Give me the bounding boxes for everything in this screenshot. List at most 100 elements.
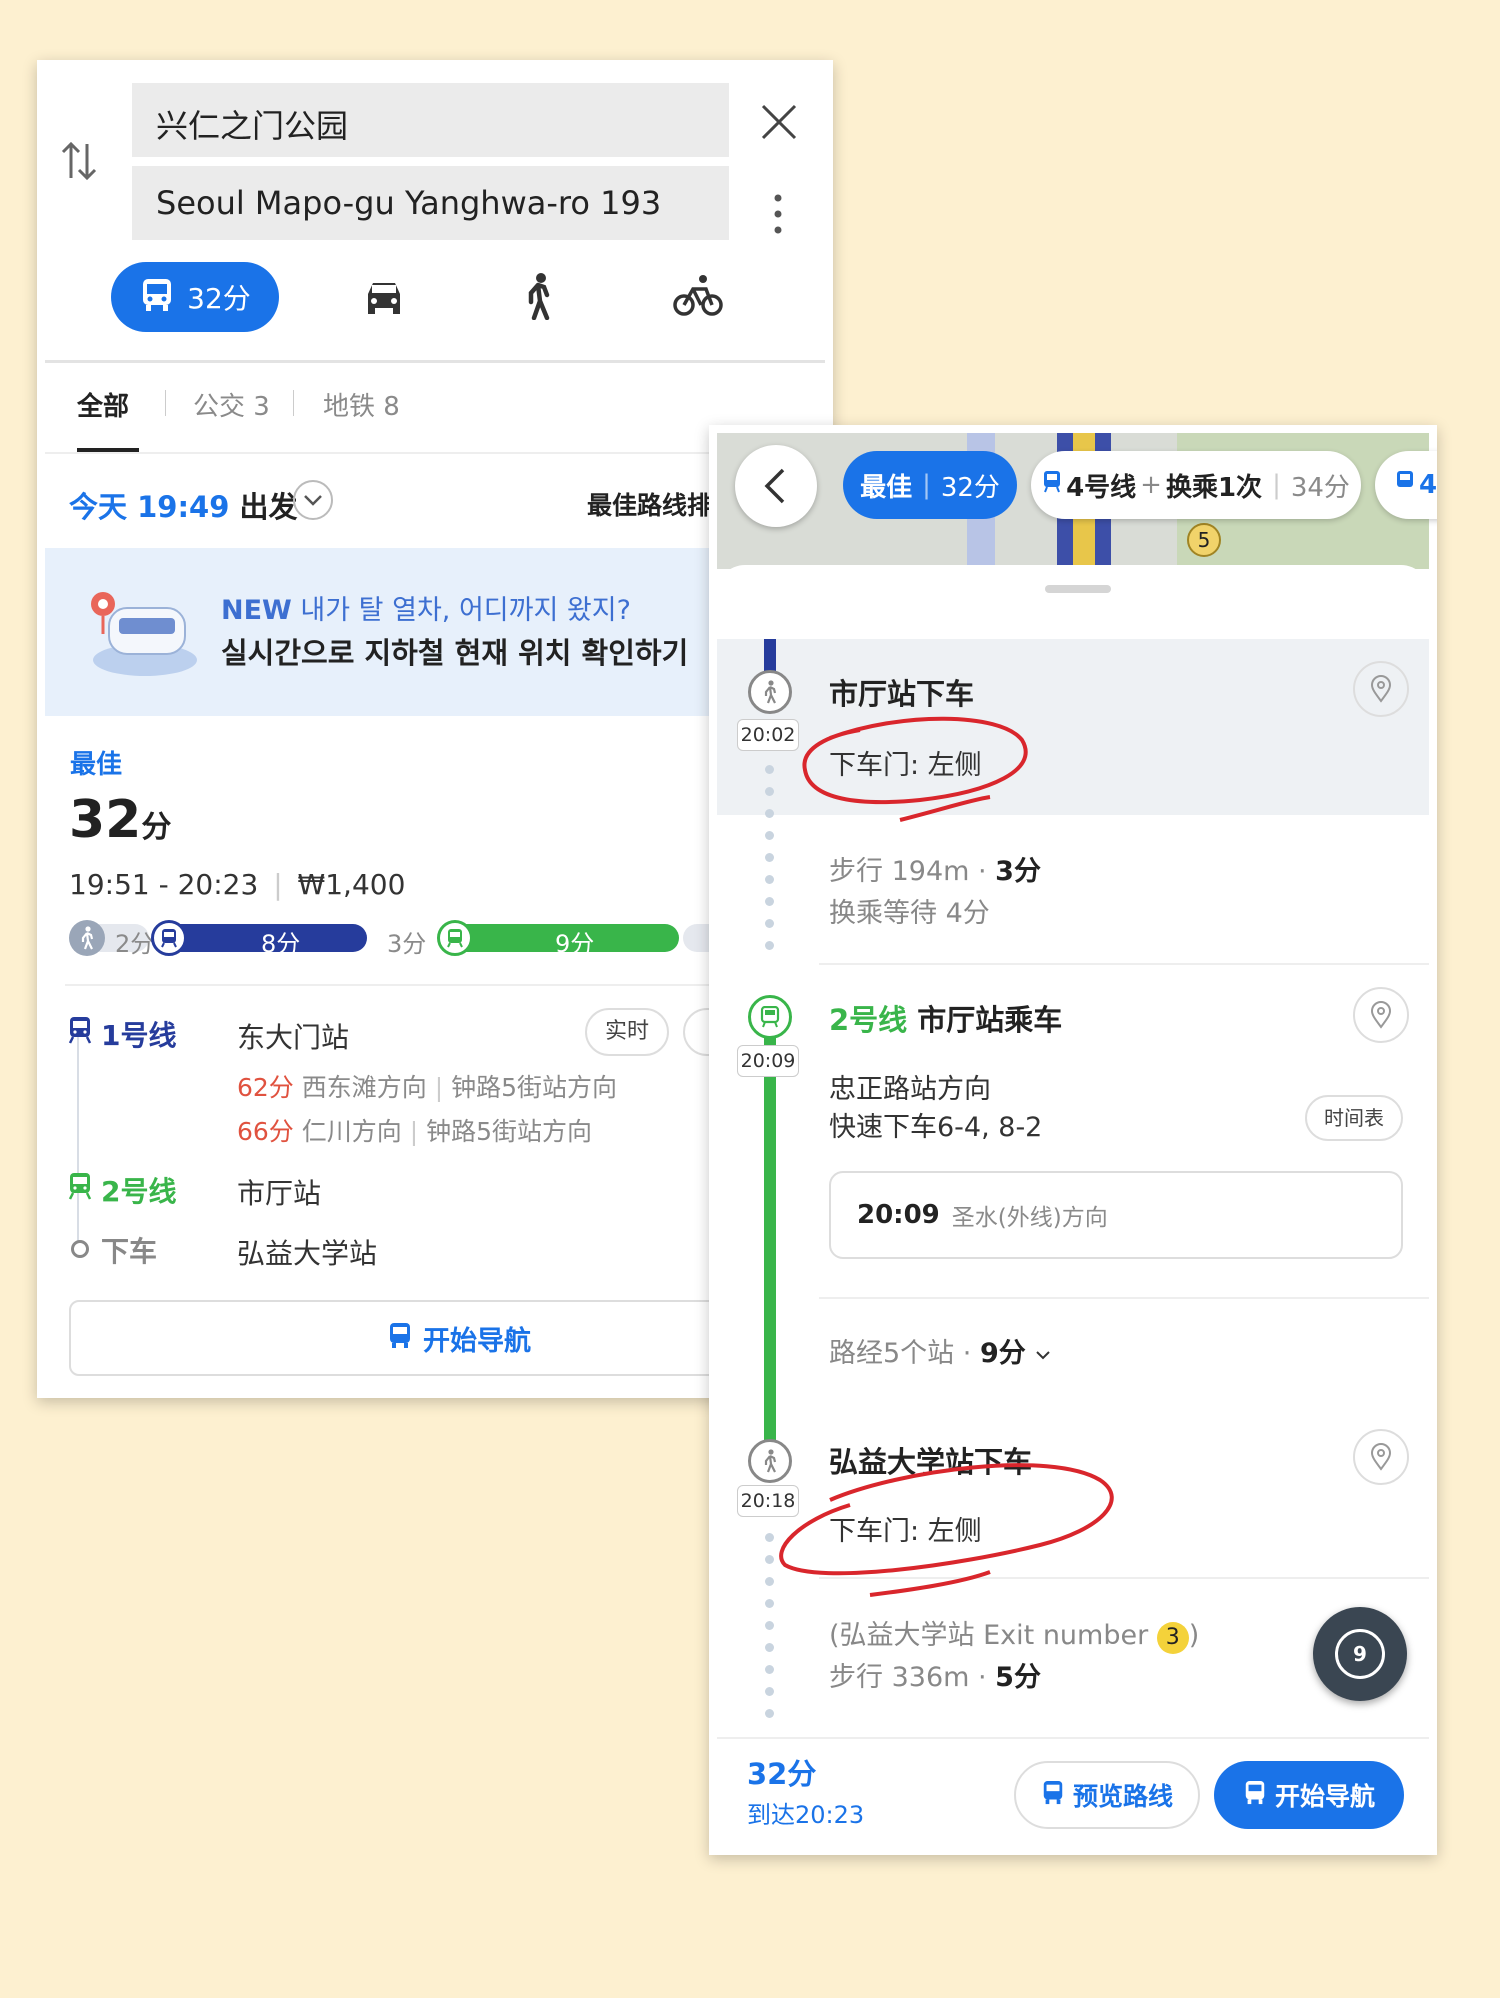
recenter-button[interactable]: 9	[1313, 1607, 1407, 1701]
more-options-icon[interactable]	[773, 192, 783, 236]
depart-row[interactable]: 今天 19:49 出发	[69, 484, 298, 526]
new-badge: NEW	[221, 595, 292, 626]
walk-dot	[765, 897, 774, 906]
sort-label[interactable]: 最佳路线排	[587, 486, 712, 522]
walk-dot	[765, 1709, 774, 1718]
line1-label: 1号线	[101, 1019, 177, 1052]
line1-station: 东大门站	[237, 1021, 350, 1054]
preview-route-button[interactable]: 预览路线	[1014, 1761, 1200, 1829]
start-navigation-button[interactable]: 开始导航	[1214, 1761, 1404, 1829]
footer-arrive: 到达20:23	[747, 1801, 865, 1829]
bus-icon	[387, 1322, 413, 1354]
dep1-dir2: 钟路5街站方向	[451, 1073, 618, 1102]
location-pin-icon[interactable]	[1353, 1429, 1409, 1485]
alt-line: 4号线	[1066, 472, 1137, 503]
sheet-handle[interactable]	[1045, 585, 1111, 593]
banner-line1: NEW 내가 탈 열차, 어디까지 왔지?	[221, 588, 631, 627]
exit-prefix: (弘益大学站 Exit number	[829, 1620, 1149, 1651]
walk-dot	[765, 1555, 774, 1564]
tab-separator	[165, 390, 166, 416]
best-tag: 最佳	[70, 750, 123, 780]
walk-dot	[765, 1687, 774, 1696]
alt-plus: +	[1140, 470, 1162, 500]
bus-icon	[139, 277, 175, 317]
next-train-time: 20:09	[857, 1200, 940, 1230]
route-line	[77, 1032, 79, 1252]
back-button[interactable]	[735, 445, 817, 527]
divider	[45, 452, 825, 454]
step1-time: 20:02	[737, 719, 799, 751]
location-pin-icon[interactable]	[1353, 661, 1409, 717]
walk-icon	[748, 1439, 792, 1483]
transit-time: 32分	[187, 282, 251, 315]
map-badge: 5	[1187, 523, 1221, 557]
walk2-min: 3分	[387, 930, 427, 958]
fare: ₩1,400	[297, 868, 406, 901]
walk-dot	[765, 1599, 774, 1608]
via-text: 路经5个站	[829, 1338, 955, 1369]
walk-dot	[765, 831, 774, 840]
car-mode-icon[interactable]	[362, 276, 406, 320]
line1-icon	[67, 1016, 93, 1048]
time-range: 19:51 - 20:23	[69, 868, 259, 901]
alt-time: 34分	[1290, 472, 1350, 503]
tab-alt-route[interactable]: 4号线 + 换乘1次 | 34分	[1031, 451, 1361, 519]
divider	[819, 963, 1429, 965]
line2-label: 2号线	[101, 1175, 177, 1208]
walk-dot	[765, 1643, 774, 1652]
step2-exit: 快速下车6-4, 8-2	[829, 1112, 1043, 1143]
next-train-card[interactable]: 20:09 圣水(外线)方向	[829, 1171, 1403, 1259]
alight-icon	[71, 1240, 89, 1258]
preview-label: 预览路线	[1072, 1782, 1173, 1811]
subway-icon	[437, 920, 473, 956]
third-route-label: 4	[1419, 470, 1437, 500]
realtime-button[interactable]: 实时	[585, 1008, 669, 1056]
walk-mode-icon[interactable]	[525, 272, 555, 324]
duration-unit: 分	[141, 810, 172, 845]
alight-station: 弘益大学站	[237, 1237, 378, 1270]
line1-min: 8分	[261, 930, 301, 958]
start-nav-label: 开始导航	[423, 1325, 531, 1357]
transit-mode-button[interactable]: 32分	[111, 262, 279, 332]
departure-2: 66分 仁川方向 | 钟路5街站方向	[237, 1117, 593, 1146]
exit-number-badge: 3	[1156, 1622, 1189, 1654]
walk-icon	[748, 670, 792, 714]
tab-best[interactable]: 最佳 | 32分	[843, 451, 1017, 519]
tab-bus[interactable]: 公交 3	[193, 386, 270, 423]
walk2-min: 5分	[995, 1662, 1041, 1693]
step2-line: 2号线	[829, 1003, 908, 1037]
chevron-down-icon[interactable]	[293, 480, 333, 520]
timetable-button[interactable]: 时间表	[1305, 1095, 1403, 1141]
departure-1: 62分 西东滩方向 | 钟路5街站方向	[237, 1073, 618, 1102]
dep2-dir2: 钟路5街站方向	[426, 1117, 593, 1146]
divider	[819, 1297, 1429, 1299]
walk-dot	[765, 1621, 774, 1630]
origin-field[interactable]: 兴仁之门公园	[132, 83, 729, 157]
duration-number: 32	[69, 790, 142, 850]
tab-best-time: 32分	[940, 472, 1000, 503]
step2-title-row: 2号线 市厅站乘车	[829, 997, 1062, 1039]
footer-total: 32分	[747, 1757, 817, 1791]
step1-door: 下车门: 左侧	[829, 750, 982, 781]
exit-suffix: )	[1188, 1620, 1200, 1651]
bike-mode-icon[interactable]	[673, 272, 723, 322]
via-min: 9分	[979, 1338, 1026, 1369]
dep2-min: 66分	[237, 1117, 294, 1146]
next-train-direction: 圣水(外线)方向	[951, 1205, 1108, 1231]
step3-title: 弘益大学站下车	[829, 1445, 1033, 1479]
close-icon[interactable]	[759, 102, 799, 142]
tab-all[interactable]: 全部	[77, 386, 129, 423]
destination-field[interactable]: Seoul Mapo-gu Yanghwa-ro 193	[132, 166, 729, 240]
start-label: 开始导航	[1274, 1782, 1375, 1811]
swap-icon[interactable]	[59, 138, 99, 184]
tab-subway[interactable]: 地铁 8	[323, 386, 400, 423]
refresh-badge: 9	[1335, 1629, 1385, 1679]
via-stations-toggle[interactable]: 路经5个站 · 9分	[829, 1331, 1052, 1370]
exit-info: (弘益大学站 Exit number 3)	[829, 1613, 1199, 1654]
subway-icon	[1395, 470, 1415, 501]
dep1-dir: 西东滩方向	[301, 1073, 427, 1102]
location-pin-icon[interactable]	[1353, 987, 1409, 1043]
tab-third-route[interactable]: 4	[1375, 451, 1437, 519]
walk-dot	[765, 809, 774, 818]
realtime-banner[interactable]: NEW 내가 탈 열차, 어디까지 왔지? 실시간으로 지하철 현재 위치 확인…	[45, 548, 825, 716]
